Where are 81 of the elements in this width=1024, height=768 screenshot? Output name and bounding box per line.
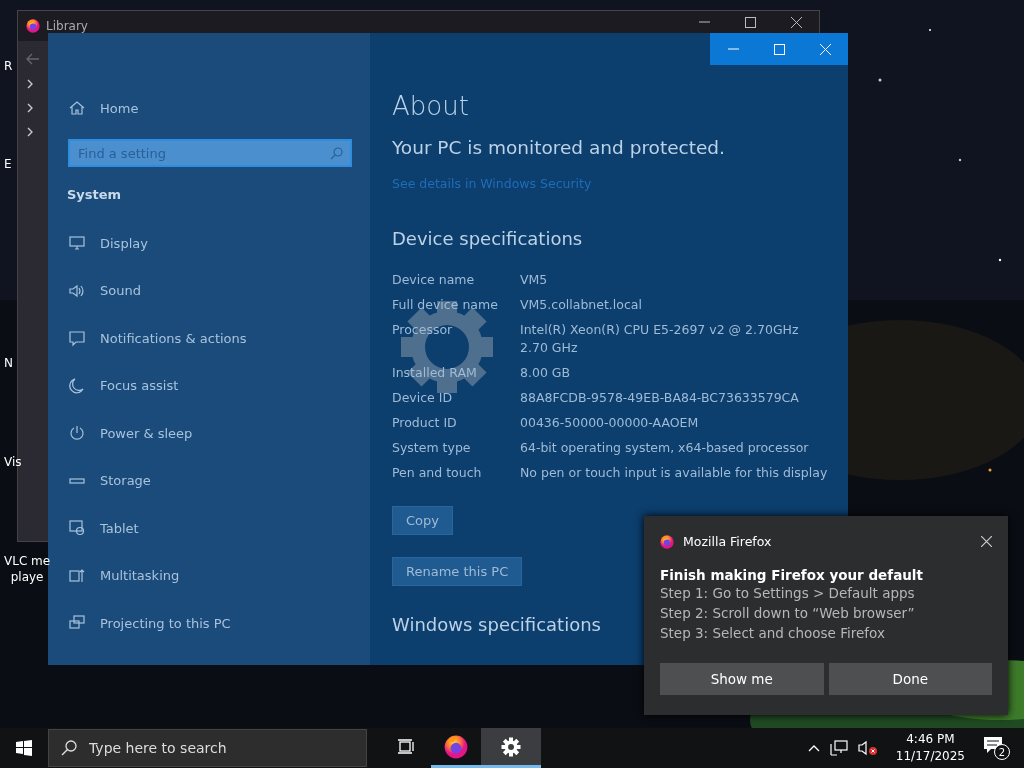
screens-icon bbox=[68, 614, 86, 632]
desktop-icon-label[interactable]: N bbox=[4, 355, 13, 371]
moon-icon bbox=[68, 376, 86, 395]
power-icon bbox=[68, 424, 86, 442]
chevron-icon[interactable] bbox=[26, 127, 34, 137]
toast-button[interactable]: Show me bbox=[660, 663, 824, 695]
desktop-icon-label[interactable]: VLC me playe bbox=[4, 553, 51, 585]
tablet-icon bbox=[68, 519, 86, 537]
spec-value: VM5.collabnet.local bbox=[520, 296, 643, 314]
toast-title: Finish making Firefox your default bbox=[660, 567, 924, 583]
minimize-icon bbox=[698, 21, 710, 23]
network-icon[interactable] bbox=[829, 740, 848, 756]
spec-value: 00436-50000-00000-AAOEM bbox=[520, 414, 700, 432]
firefox-icon bbox=[26, 19, 40, 33]
nav-item[interactable]: Projecting to this PC bbox=[66, 608, 352, 638]
chevron-icon[interactable] bbox=[26, 79, 34, 89]
action-button[interactable]: Copy bbox=[392, 506, 453, 535]
spec-value: 64-bit operating system, x64-based processor bbox=[520, 439, 810, 457]
window-title: Library bbox=[46, 19, 88, 33]
spec-label: Device name bbox=[392, 271, 476, 289]
spec-label: System type bbox=[392, 439, 472, 457]
chevron-icon[interactable] bbox=[26, 103, 34, 113]
spec-value: 88A8FCDB-9578-49EB-BA84-BC73633579CA bbox=[520, 389, 800, 407]
firefox-icon bbox=[660, 534, 674, 549]
nav-item[interactable]: Focus assist bbox=[66, 370, 352, 401]
maximize-icon bbox=[744, 16, 756, 28]
windows-icon bbox=[16, 740, 32, 756]
gear-icon bbox=[501, 736, 521, 757]
toast-text: Step 2: Scroll down to “Web browser” bbox=[660, 604, 916, 623]
search-icon bbox=[61, 740, 77, 756]
desktop-icon-label[interactable]: Vis bbox=[4, 454, 22, 470]
nav-item[interactable]: Tablet bbox=[66, 513, 352, 543]
nav-item[interactable]: Display bbox=[66, 228, 352, 258]
section-heading: Device specifications bbox=[392, 228, 584, 249]
search-field[interactable]: Type here to search bbox=[48, 729, 367, 767]
taskbar-app[interactable] bbox=[481, 728, 541, 768]
nav-item[interactable]: Power & sleep bbox=[66, 418, 352, 448]
spec-value: VM5 bbox=[520, 271, 549, 289]
page-title: About bbox=[392, 91, 470, 121]
spec-value: 8.00 GB bbox=[520, 364, 572, 382]
desktop-icon-label[interactable]: E bbox=[4, 156, 12, 172]
nav-item[interactable]: Notifications & actions bbox=[66, 323, 352, 353]
notification-button[interactable]: 2 bbox=[983, 736, 1010, 760]
app-name: Mozilla Firefox bbox=[683, 534, 772, 549]
spec-label: Full device name bbox=[392, 296, 499, 314]
clock-date[interactable]: 11/17/2025 bbox=[895, 748, 965, 765]
spec-label: Device ID bbox=[392, 389, 454, 407]
spec-value: No pen or touch input is available for this display bbox=[520, 464, 828, 482]
muted-speaker-icon[interactable] bbox=[857, 740, 878, 756]
section-heading: Windows specifications bbox=[392, 614, 601, 635]
task-view-icon bbox=[397, 738, 415, 755]
search-icon bbox=[330, 147, 343, 160]
nav-item[interactable]: Multitasking bbox=[66, 560, 352, 591]
section-heading: System bbox=[67, 187, 123, 202]
close-icon bbox=[819, 43, 831, 55]
minimize-icon bbox=[727, 48, 739, 50]
close-button[interactable] bbox=[981, 536, 992, 547]
message-icon bbox=[68, 329, 86, 347]
nav-item[interactable]: Sound bbox=[66, 275, 352, 306]
storage-icon bbox=[69, 477, 85, 484]
close-icon bbox=[790, 16, 802, 28]
home-nav-item[interactable]: Home bbox=[66, 93, 352, 123]
toast-text: Step 3: Select and choose Firefox bbox=[660, 624, 886, 643]
clock-time[interactable]: 4:46 PM bbox=[906, 731, 955, 748]
search-field[interactable]: Find a setting bbox=[68, 139, 352, 167]
back-arrow-icon[interactable] bbox=[26, 53, 40, 65]
action-button[interactable]: Rename this PC bbox=[392, 557, 523, 586]
desktop-icon-label[interactable]: R bbox=[4, 58, 13, 74]
status-text: Your PC is monitored and protected. bbox=[392, 137, 726, 158]
spec-label: Pen and touch bbox=[392, 464, 483, 482]
home-icon bbox=[68, 99, 86, 117]
spec-label: Product ID bbox=[392, 414, 458, 432]
nav-item[interactable]: Storage bbox=[66, 465, 352, 496]
chevron-up-icon[interactable] bbox=[807, 744, 820, 752]
maximize-icon bbox=[773, 43, 785, 55]
monitor-icon bbox=[68, 234, 86, 252]
firefox-icon bbox=[444, 734, 468, 759]
toast-button[interactable]: Done bbox=[828, 663, 992, 695]
toast-text: Step 1: Go to Settings > Default apps bbox=[660, 584, 916, 603]
spec-value: Intel(R) Xeon(R) CPU E5-2697 v2 @ 2.70GHz 2.70 GHz bbox=[520, 321, 800, 357]
spec-label: Processor bbox=[392, 321, 454, 339]
